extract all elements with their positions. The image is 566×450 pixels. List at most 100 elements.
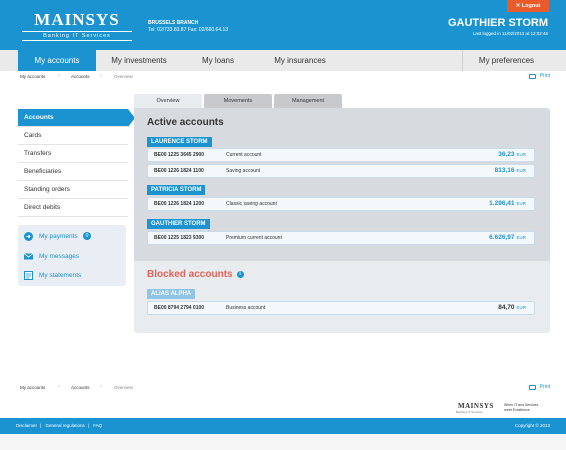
nav-my-insurances[interactable]: My insurances	[256, 50, 344, 71]
balance-amount: 813,16	[494, 167, 515, 174]
print-link[interactable]: Print	[540, 384, 550, 390]
last-login: Last logged in 11/02/2013 at 12:02:46	[472, 31, 548, 36]
account-row[interactable]: BE00 1226 1824 1200 Classic saving accou…	[147, 197, 535, 211]
footer-link-faq[interactable]: FAQ	[93, 423, 102, 428]
currency: EUR	[516, 152, 526, 157]
account-number: BE00 1226 1824 1200	[154, 201, 205, 207]
tab-overview[interactable]: Overview	[134, 94, 202, 108]
logo-name: MAINSYS	[34, 10, 120, 29]
sidebar-item-accounts[interactable]: Accounts	[18, 109, 135, 127]
user-name: GAUTHIER STORM	[447, 17, 548, 29]
account-name: Classic saving account	[226, 201, 277, 207]
account-name: Business account	[226, 305, 266, 311]
breadcrumb-current: Overview	[114, 385, 133, 390]
account-balance: 813,16 EUR	[495, 165, 526, 177]
account-row[interactable]: BE00 1225 3645 2900 Current account 36,2…	[147, 148, 535, 162]
breadcrumb-item[interactable]: Accounts	[71, 74, 90, 79]
separator: |	[87, 423, 89, 428]
active-accounts-section: Active accounts LAURENCE STORM BE00 1225…	[134, 108, 550, 261]
footer-logo-sub: Banking IT Services	[456, 410, 483, 414]
breadcrumb-item[interactable]: Accounts	[71, 385, 90, 390]
logo[interactable]: MAINSYS Banking IT Services	[22, 10, 132, 41]
separator: |	[40, 423, 42, 428]
sidebar-item-beneficiaries[interactable]: Beneficiaries	[18, 163, 128, 181]
my-statements-label: My statements	[39, 271, 82, 279]
account-number: BE00 1226 1824 1100	[154, 168, 204, 174]
account-balance: 84,70 EUR	[498, 302, 526, 314]
header: MAINSYS Banking IT Services BRUSSELS BRA…	[0, 0, 566, 50]
my-statements-link[interactable]: My statements	[24, 269, 81, 281]
owner-header: LAURENCE STORM	[147, 137, 212, 147]
my-messages-label: My messages	[39, 252, 80, 260]
breadcrumb: My accounts › Accounts › Overview Print	[16, 72, 550, 82]
account-row[interactable]: BE00 8794 2794 0100 Business account 84,…	[147, 301, 535, 315]
sidebar-item-cards[interactable]: Cards	[18, 127, 128, 145]
currency: EUR	[516, 201, 526, 206]
breadcrumb-current: Overview	[114, 74, 133, 79]
footer-logo: MAINSYS Banking IT Services When IT and …	[444, 398, 554, 418]
main-nav: My accounts My investments My loans My i…	[0, 50, 566, 71]
account-number: BE00 8794 2794 0100	[154, 305, 205, 311]
blocked-accounts-label: Blocked accounts	[147, 269, 233, 280]
my-messages-link[interactable]: My messages	[23, 250, 80, 262]
footer-logo-name: MAINSYS	[458, 402, 494, 410]
chevron-right-icon: ›	[100, 73, 102, 79]
nav-my-preferences[interactable]: My preferences	[462, 50, 550, 71]
arrow-circle-icon	[24, 231, 33, 241]
breadcrumb-item[interactable]: My accounts	[20, 74, 45, 79]
account-balance: 6.626,97 EUR	[489, 232, 526, 244]
my-payments-link[interactable]: My payments 0	[24, 230, 92, 242]
envelope-icon	[23, 252, 34, 261]
account-row[interactable]: BE00 1226 1824 1100 Saving account 813,1…	[147, 164, 535, 178]
chevron-right-icon: ›	[100, 384, 102, 390]
nav-my-accounts[interactable]: My accounts	[18, 50, 96, 71]
owner-header: GAUTHIER STORM	[147, 219, 210, 229]
branch-title: BRUSSELS BRANCH	[148, 20, 199, 26]
balance-amount: 36,23	[498, 151, 515, 158]
balance-amount: 6.626,97	[489, 234, 515, 241]
copyright: Copyright © 2013	[514, 423, 550, 428]
info-icon[interactable]: i	[236, 270, 244, 278]
balance-amount: 84,70	[498, 304, 515, 311]
sidebar-item-standing-orders[interactable]: Standing orders	[18, 181, 128, 199]
content-panel: Active accounts LAURENCE STORM BE00 1225…	[134, 108, 550, 333]
tab-management[interactable]: Management	[274, 94, 342, 108]
logout-button[interactable]: ✕ Logout	[507, 0, 549, 12]
footer-link-disclaimer[interactable]: Disclaimer	[16, 423, 37, 428]
active-accounts-title: Active accounts	[147, 117, 224, 128]
account-name: Saving account	[226, 168, 261, 174]
account-name: Premium current account	[226, 235, 282, 241]
currency: EUR	[516, 305, 526, 310]
account-balance: 1.296,41 EUR	[489, 198, 526, 210]
balance-amount: 1.296,41	[489, 200, 515, 207]
footer-link-general-regulations[interactable]: General regulations	[45, 423, 84, 428]
footer-links: Disclaimer | General regulations | FAQ	[16, 423, 105, 428]
blocked-accounts-title: Blocked accounts i	[147, 269, 244, 280]
logout-label: Logout	[521, 3, 541, 9]
printer-icon[interactable]	[529, 74, 536, 79]
owner-header: ALIAS ALPHA	[147, 289, 196, 299]
logo-tagline: Banking IT Services	[22, 31, 132, 41]
nav-my-investments[interactable]: My investments	[98, 50, 180, 71]
breadcrumb-item[interactable]: My accounts	[20, 385, 45, 390]
print-link[interactable]: Print	[540, 73, 550, 79]
account-number: BE00 1225 3645 2900	[154, 152, 205, 158]
sidebar-item-transfers[interactable]: Transfers	[18, 145, 128, 163]
printer-icon[interactable]	[529, 385, 536, 390]
tab-movements[interactable]: Movements	[204, 94, 272, 108]
sidebar-item-direct-debits[interactable]: Direct debits	[18, 199, 128, 217]
quick-links-box: My payments 0 My messages My statements	[18, 225, 126, 286]
footer: Disclaimer | General regulations | FAQ Cop…	[0, 418, 566, 434]
footer-bottom	[0, 434, 566, 450]
sidebar: Accounts Cards Transfers Beneficiaries S…	[18, 109, 135, 217]
account-row[interactable]: BE00 1225 1823 9300 Premium current acco…	[147, 231, 535, 245]
breadcrumb-bottom: My accounts › Accounts › Overview Print	[16, 383, 550, 393]
currency: EUR	[516, 235, 526, 240]
branch-contact: Tel: 02/733.83.87 Fax: 02/660.64.13	[148, 27, 229, 33]
my-payments-label: My payments	[39, 232, 78, 240]
chevron-right-icon: ›	[58, 384, 60, 390]
branch-info: BRUSSELS BRANCH Tel: 02/733.83.87 Fax: 0…	[148, 20, 228, 34]
nav-my-loans[interactable]: My loans	[180, 50, 256, 71]
account-balance: 36,23 EUR	[498, 149, 526, 161]
footer-slogan-line: meet Excellence	[504, 408, 530, 412]
